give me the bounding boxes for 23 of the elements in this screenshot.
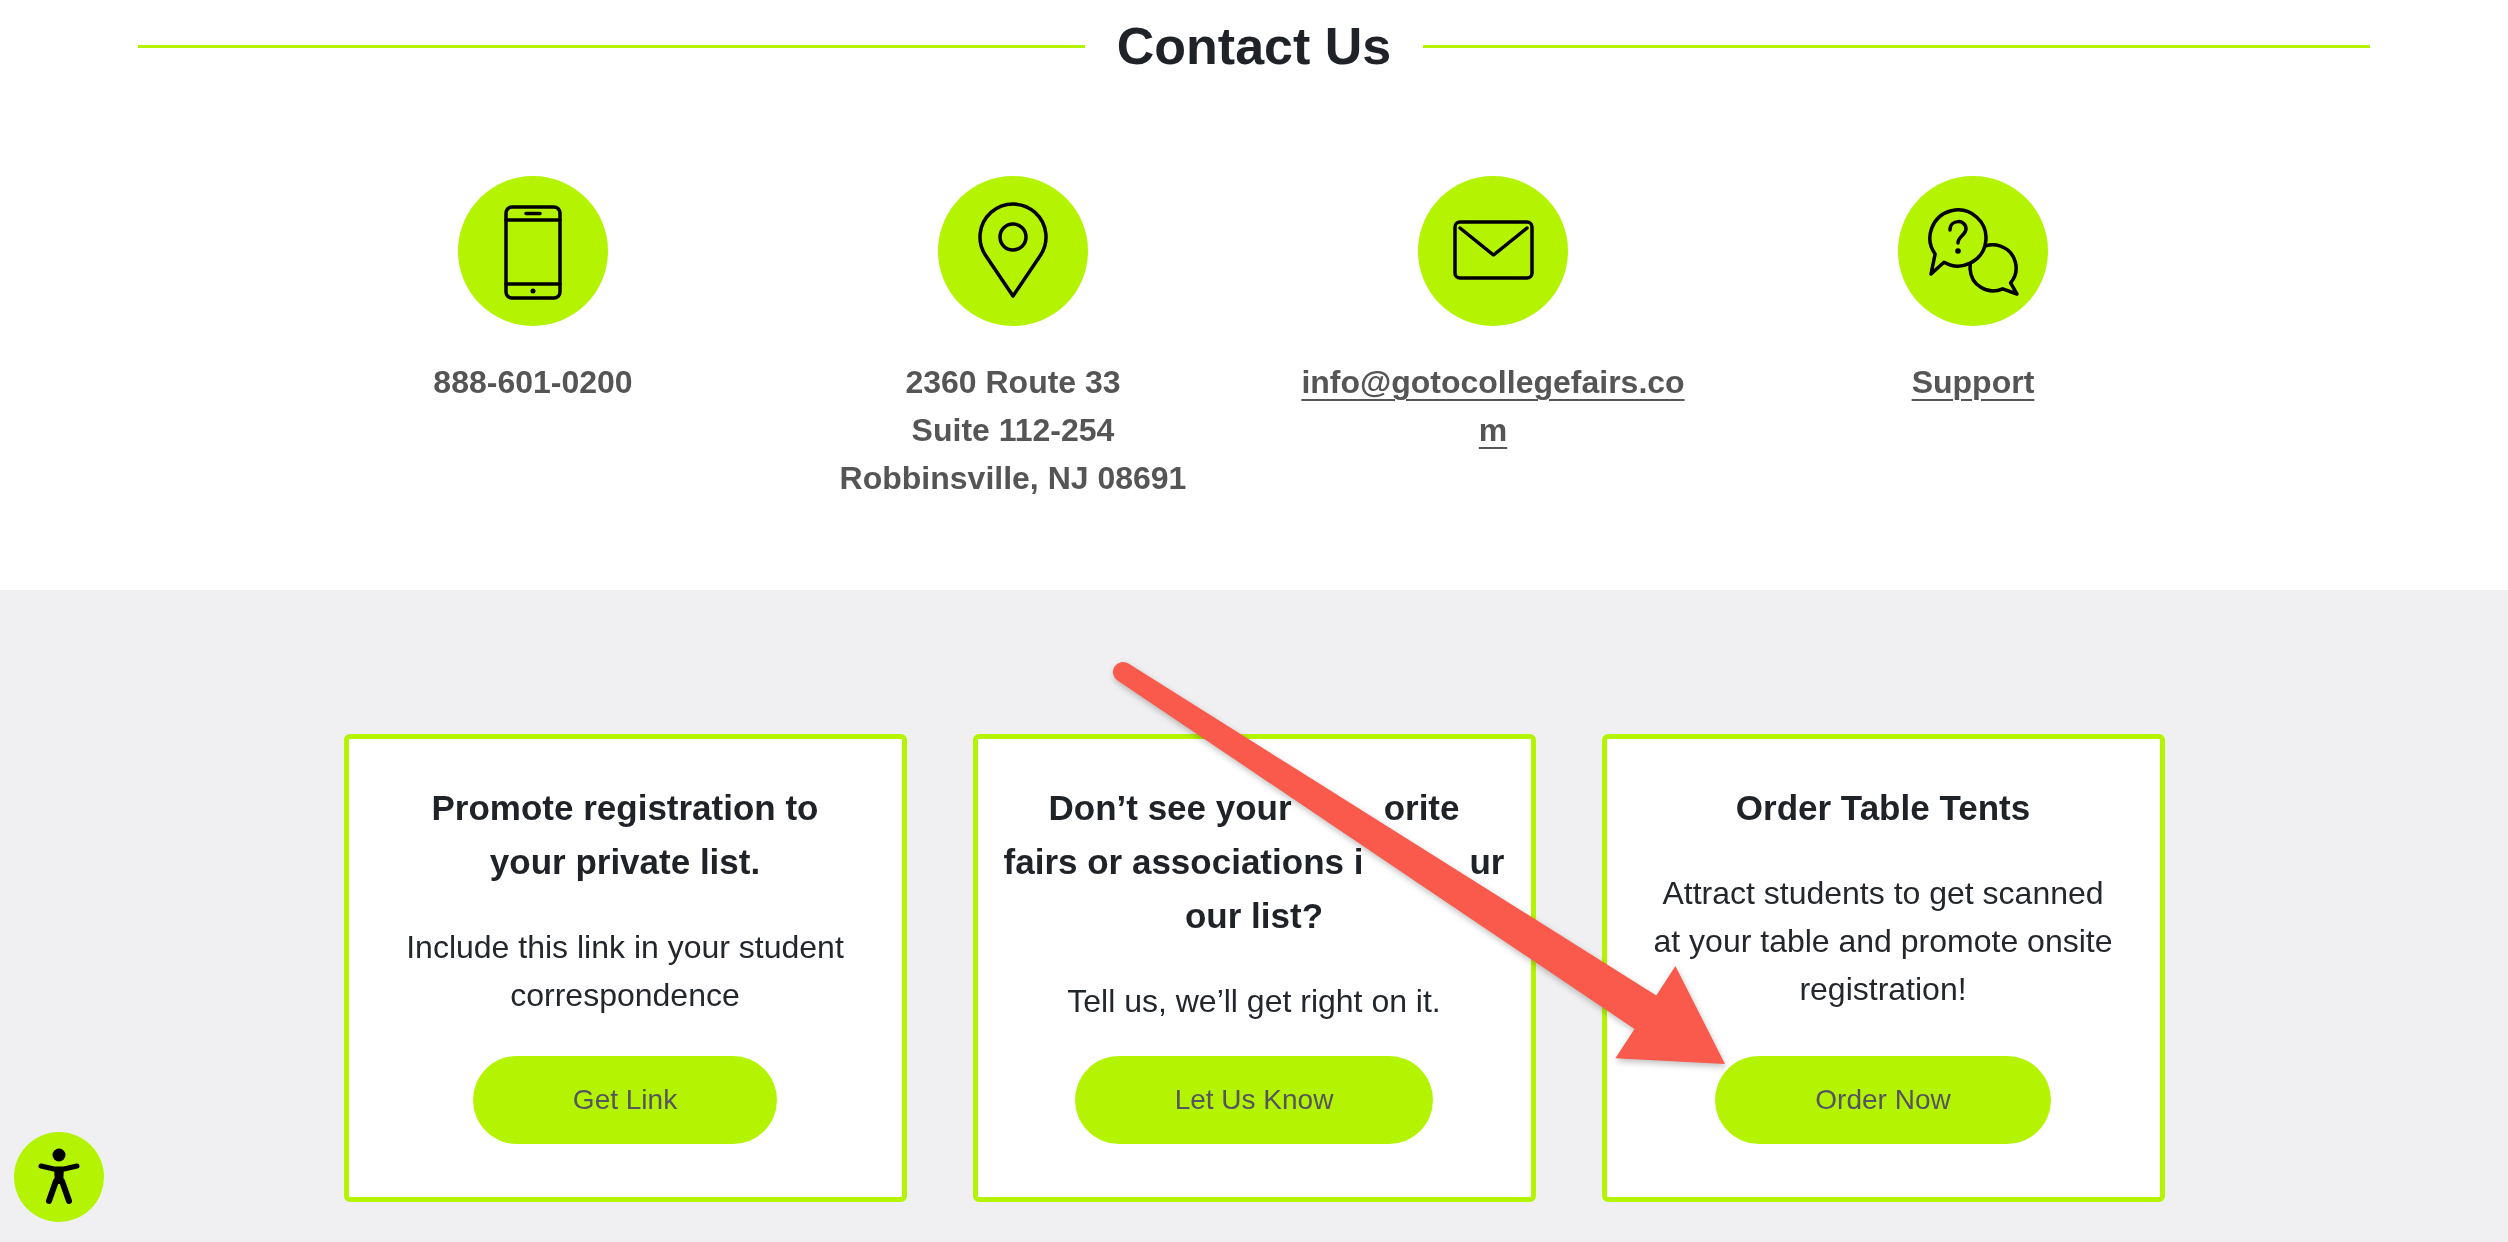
card-title-fragment: Don’t see your (1048, 787, 1292, 829)
card-title-fragment: our list? (1184, 895, 1324, 937)
action-button[interactable]: Order Now (1715, 1056, 2051, 1144)
support-link[interactable]: Support (1911, 358, 2035, 406)
envelope-icon (1418, 176, 1568, 326)
phone-number-text: 888-601-0200 (433, 363, 633, 402)
address-text: 2360 Route 33 Suite 112-254 Robbinsville, NJ 08691 (839, 363, 1187, 498)
question-speech-bubbles-icon (1898, 176, 2048, 326)
map-pin-icon (938, 176, 1088, 326)
phone-icon (458, 176, 608, 326)
card-title-fragment: orite (1383, 787, 1460, 829)
accessibility-icon (37, 1148, 81, 1206)
email-address-link[interactable]: info@gotocollegefairs.com (1295, 358, 1691, 454)
card-description: Include this link in your student correspondence (405, 928, 845, 1015)
card-description: Tell us, we’ll get right on it. (1066, 982, 1442, 1021)
card-title: Promote registration to your private list. (430, 787, 820, 883)
card-description: Attract students to get scanned at your table and promote onsite registration! (1652, 874, 2114, 1009)
card-title: Order Table Tents (1734, 787, 2032, 829)
card-title-fragment: fairs or associations i (1003, 841, 1364, 883)
action-button[interactable]: Get Link (472, 1056, 778, 1144)
action-button[interactable]: Let Us Know (1074, 1056, 1434, 1144)
card-title-fragment: ur (1469, 841, 1505, 883)
section-heading: Contact Us (1116, 16, 1392, 76)
